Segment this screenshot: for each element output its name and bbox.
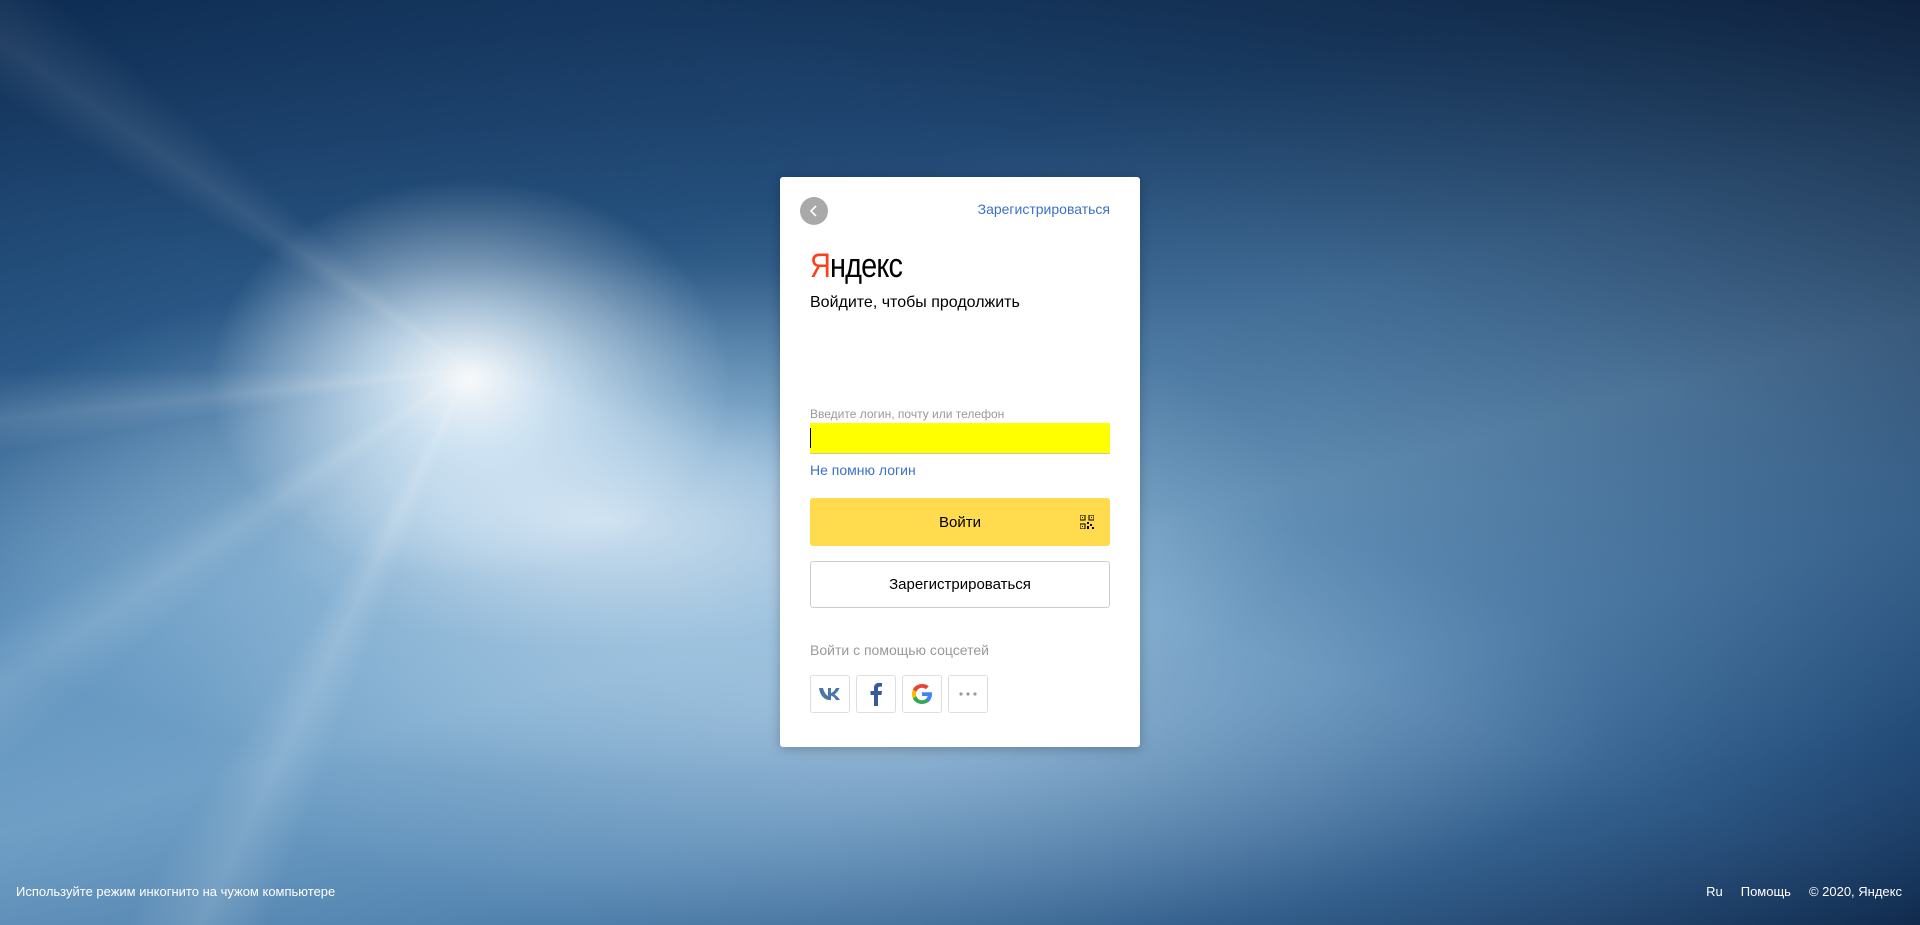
forgot-login-link[interactable]: Не помню логин: [810, 462, 916, 478]
facebook-icon: [870, 682, 882, 706]
google-button[interactable]: [902, 675, 942, 713]
login-input[interactable]: [810, 423, 1110, 454]
logo-rest: ндекс: [830, 247, 903, 285]
page-subtitle: Войдите, чтобы продолжить: [810, 294, 1020, 311]
social-buttons: [810, 675, 988, 713]
login-button-label: Войти: [939, 513, 981, 531]
incognito-hint: Используйте режим инкогнито на чужом ком…: [16, 884, 336, 899]
help-link[interactable]: Помощь: [1741, 884, 1791, 899]
google-icon: [912, 684, 932, 704]
more-social-button[interactable]: [948, 675, 988, 713]
chevron-left-icon: [809, 205, 817, 217]
copyright[interactable]: © 2020, Яндекс: [1809, 884, 1902, 899]
back-button[interactable]: [800, 197, 828, 225]
more-icon: [959, 692, 977, 696]
vk-icon: [819, 688, 840, 700]
register-button[interactable]: Зарегистрироваться: [810, 561, 1110, 608]
footer-links: Ru Помощь © 2020, Яндекс: [1706, 884, 1902, 899]
text-caret: [810, 428, 811, 448]
login-card: Зарегистрироваться Яндекс Войдите, чтобы…: [780, 177, 1140, 747]
social-login-title: Войти с помощью соцсетей: [810, 642, 989, 658]
vk-button[interactable]: [810, 675, 850, 713]
facebook-button[interactable]: [856, 675, 896, 713]
qr-code-icon[interactable]: [1080, 515, 1094, 529]
language-switch[interactable]: Ru: [1706, 884, 1723, 899]
yandex-logo: Яндекс: [810, 247, 903, 286]
logo-first-letter: Я: [810, 247, 831, 285]
login-label: Введите логин, почту или телефон: [810, 407, 1005, 421]
login-button[interactable]: Войти: [810, 498, 1110, 546]
register-link[interactable]: Зарегистрироваться: [978, 201, 1110, 217]
